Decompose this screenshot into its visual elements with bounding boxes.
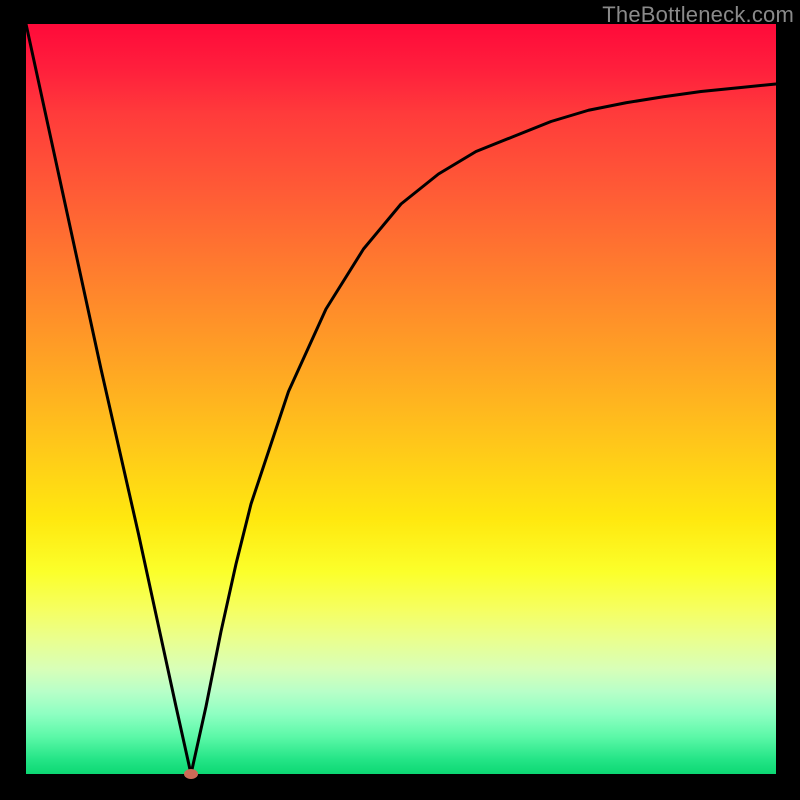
chart-marker-dot xyxy=(184,769,198,779)
chart-line xyxy=(26,24,776,774)
chart-frame xyxy=(26,24,776,774)
